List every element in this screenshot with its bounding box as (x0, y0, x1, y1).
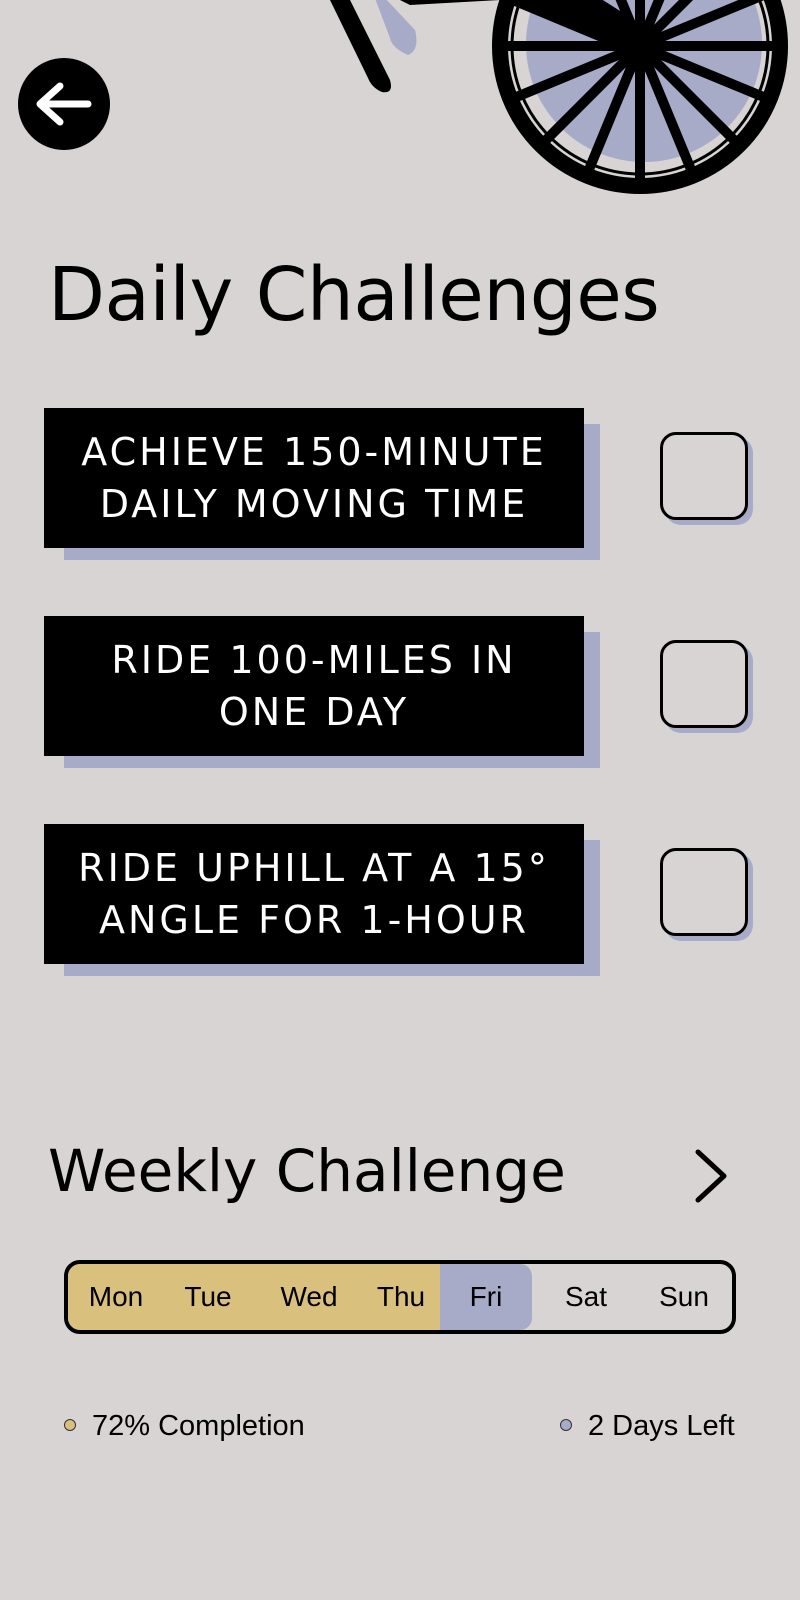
day-sat[interactable]: Sat (546, 1264, 626, 1330)
days-left-dot-icon (560, 1419, 572, 1431)
page-title: Daily Challenges (48, 252, 660, 338)
weekly-challenge-title: Weekly Challenge (48, 1137, 566, 1205)
day-mon[interactable]: Mon (76, 1264, 156, 1330)
days-left-label: 2 Days Left (588, 1410, 735, 1442)
challenge-card-body: RIDE 100-MILES IN ONE DAY (44, 616, 584, 756)
challenge-card-body: RIDE UPHILL AT A 15° ANGLE FOR 1-HOUR (44, 824, 584, 964)
completion-label: 72% Completion (92, 1410, 305, 1442)
weekly-challenge-open-button[interactable] (682, 1146, 738, 1206)
day-thu[interactable]: Thu (361, 1264, 441, 1330)
challenge-label: ACHIEVE 150-MINUTE DAILY MOVING TIME (81, 430, 547, 526)
challenge-checkbox[interactable] (660, 640, 753, 733)
challenge-card: ACHIEVE 150-MINUTE DAILY MOVING TIME (44, 408, 600, 560)
day-wed[interactable]: Wed (269, 1264, 349, 1330)
week-progress-bar: Mon Tue Wed Thu Fri Sat Sun (64, 1260, 736, 1334)
back-button[interactable] (18, 58, 110, 150)
completion-dot-icon (64, 1419, 76, 1431)
bicycle-wheel-illustration (330, 0, 788, 194)
chevron-right-icon (695, 1149, 727, 1203)
challenge-card-body: ACHIEVE 150-MINUTE DAILY MOVING TIME (44, 408, 584, 548)
arrow-left-icon (36, 82, 92, 126)
day-fri[interactable]: Fri (446, 1264, 526, 1330)
challenge-label: RIDE UPHILL AT A 15° ANGLE FOR 1-HOUR (78, 846, 550, 942)
challenge-card: RIDE 100-MILES IN ONE DAY (44, 616, 600, 768)
challenge-checkbox[interactable] (660, 432, 753, 525)
day-tue[interactable]: Tue (168, 1264, 248, 1330)
challenge-checkbox[interactable] (660, 848, 753, 941)
challenge-card: RIDE UPHILL AT A 15° ANGLE FOR 1-HOUR (44, 824, 600, 976)
day-sun[interactable]: Sun (644, 1264, 724, 1330)
challenge-label: RIDE 100-MILES IN ONE DAY (111, 638, 517, 734)
